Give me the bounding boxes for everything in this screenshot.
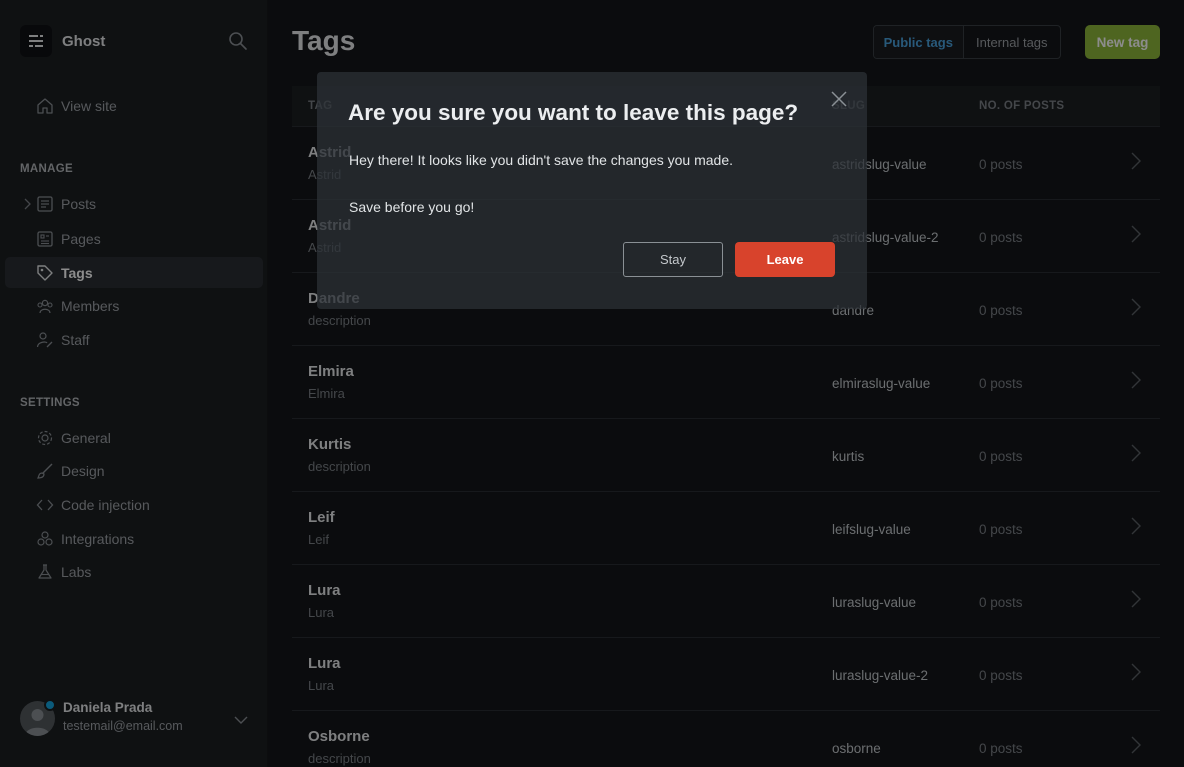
close-icon[interactable]	[830, 90, 848, 108]
leave-page-modal: Are you sure you want to leave this page…	[317, 72, 867, 309]
leave-button[interactable]: Leave	[735, 242, 835, 277]
modal-submessage: Save before you go!	[349, 199, 475, 215]
stay-button[interactable]: Stay	[623, 242, 723, 277]
modal-message: Hey there! It looks like you didn't save…	[349, 152, 734, 168]
modal-title: Are you sure you want to leave this page…	[348, 100, 799, 125]
app-root: Ghost View site MANAGE Posts Pages Tags …	[0, 0, 1184, 767]
